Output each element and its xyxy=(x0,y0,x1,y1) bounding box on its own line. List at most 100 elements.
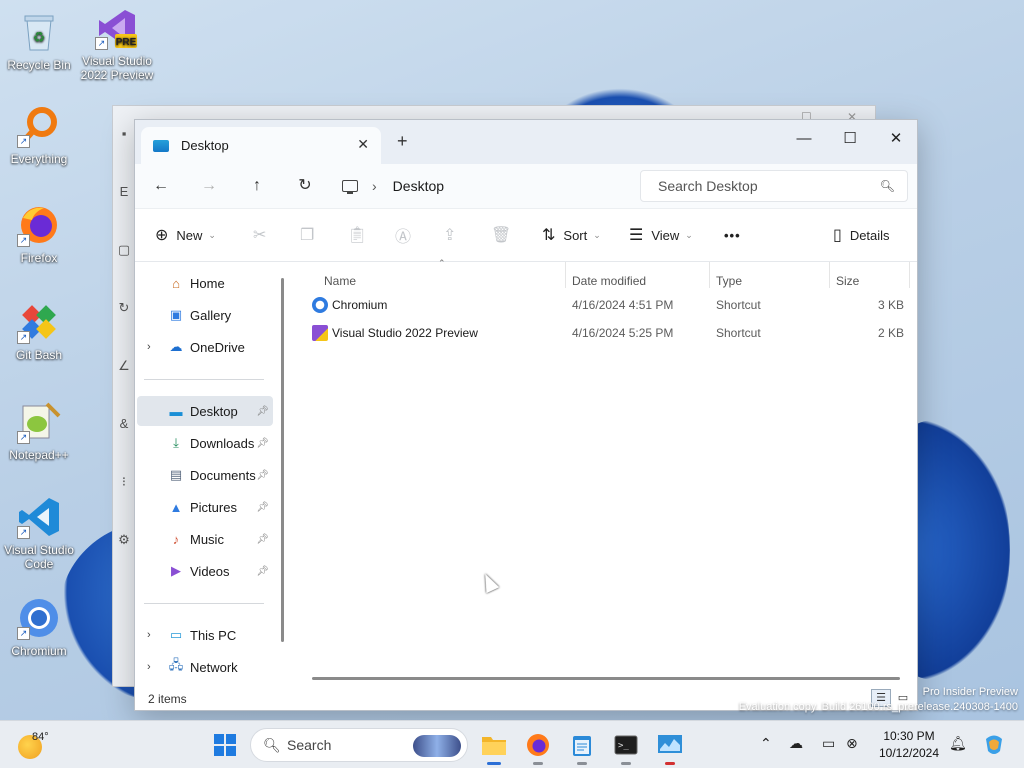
volume-muted-icon[interactable]: ⊗ xyxy=(846,735,858,752)
notepad-plus-plus-icon: ↗ xyxy=(17,400,61,444)
recycle-bin-icon: ♻ xyxy=(17,10,61,54)
maximize-button[interactable]: ☐ xyxy=(827,126,873,152)
chevron-up-icon[interactable]: ⌃ xyxy=(760,735,772,752)
desktop-icon-recycle-bin[interactable]: ♻ Recycle Bin xyxy=(1,10,77,72)
desktop-icon-firefox[interactable]: ↗ Firefox xyxy=(1,203,77,265)
search-icon: 🔍︎ xyxy=(879,179,895,193)
view-button[interactable]: ☰ View ⌄ xyxy=(629,224,693,246)
back-button[interactable]: ← xyxy=(147,174,175,198)
pin-icon[interactable]: 📌︎ xyxy=(256,534,269,545)
search-icon: 🔍︎ xyxy=(263,737,281,753)
this-pc-icon: ▭ xyxy=(169,627,183,642)
chevron-right-icon[interactable]: › xyxy=(147,629,151,641)
shortcut-arrow-icon: ↗ xyxy=(17,234,30,247)
taskbar-firefox[interactable] xyxy=(522,729,554,765)
sidebar-item-downloads[interactable]: ⤓ Downloads 📌︎ xyxy=(137,428,273,458)
sort-icon: ⇅ xyxy=(542,227,556,244)
desktop-icon-vscode[interactable]: ↗ Visual Studio Code xyxy=(1,495,77,571)
desktop-icon-chromium[interactable]: ↗ Chromium xyxy=(1,596,77,658)
column-divider[interactable] xyxy=(909,262,910,288)
sidebar-item-videos[interactable]: ▶ Videos 📌︎ xyxy=(137,556,273,586)
column-header-date[interactable]: Date modified xyxy=(572,274,646,288)
file-list: Name ⌃ Date modified Type Size Chromium … xyxy=(290,258,917,686)
desktop-icon-notepad-plus-plus[interactable]: ↗ Notepad++ xyxy=(1,400,77,462)
more-options-button[interactable]: ••• xyxy=(724,224,741,246)
sidebar-item-pictures[interactable]: ▲ Pictures 📌︎ xyxy=(137,492,273,522)
pin-icon[interactable]: 📌︎ xyxy=(256,470,269,481)
clock-time: 10:30 PM xyxy=(883,729,935,743)
taskbar-task-manager[interactable] xyxy=(654,729,686,765)
tab-desktop[interactable]: Desktop ✕ xyxy=(141,127,381,164)
chevron-right-icon[interactable]: › xyxy=(147,661,151,673)
close-button[interactable]: ✕ xyxy=(873,126,919,152)
running-indicator xyxy=(533,762,543,765)
desktop-icon-git-bash[interactable]: ↗ Git Bash xyxy=(1,300,77,362)
start-button[interactable] xyxy=(209,729,241,761)
taskbar-terminal[interactable]: >_ xyxy=(610,729,642,765)
breadcrumb-current[interactable]: Desktop xyxy=(393,178,444,194)
refresh-button[interactable]: ↻ xyxy=(291,174,319,198)
active-indicator xyxy=(487,762,501,765)
table-row[interactable]: Visual Studio 2022 Preview 4/16/2024 5:2… xyxy=(308,319,912,347)
pin-icon[interactable]: 📌︎ xyxy=(256,566,269,577)
sidebar-item-documents[interactable]: ▤ Documents 📌︎ xyxy=(137,460,273,490)
copilot-button[interactable] xyxy=(978,729,1010,761)
network-disconnected-icon[interactable]: ☁ xyxy=(789,735,803,752)
column-divider[interactable] xyxy=(829,262,830,288)
column-divider[interactable] xyxy=(709,262,710,288)
pictures-icon: ▲ xyxy=(169,499,183,515)
display-icon[interactable]: ▭ xyxy=(822,735,835,752)
notification-bell-icon[interactable]: 🔔︎ xyxy=(949,735,967,752)
sidebar-scrollbar[interactable] xyxy=(281,278,284,642)
column-header-size[interactable]: Size xyxy=(836,274,859,288)
cut-button[interactable]: ✂ xyxy=(253,224,274,246)
horizontal-scrollbar[interactable] xyxy=(312,677,900,680)
desktop-icon-everything[interactable]: ↗ Everything xyxy=(1,104,77,166)
forward-button[interactable]: → xyxy=(195,174,223,198)
sidebar-item-this-pc[interactable]: › ▭ This PC xyxy=(137,620,273,650)
sidebar-item-network[interactable]: › 🖧 Network xyxy=(137,652,273,682)
paste-button[interactable]: 📋︎ xyxy=(347,224,375,246)
desktop-icon-visual-studio-preview[interactable]: PRE ↗ Visual Studio 2022 Preview xyxy=(79,6,155,82)
delete-button[interactable]: 🗑︎ xyxy=(491,224,519,246)
column-header-type[interactable]: Type xyxy=(716,274,742,288)
table-row[interactable]: Chromium 4/16/2024 4:51 PM Shortcut 3 KB xyxy=(308,291,912,319)
taskbar-search[interactable]: 🔍︎ Search xyxy=(250,728,468,762)
minimize-button[interactable]: — xyxy=(781,126,827,152)
sidebar-item-gallery[interactable]: ▣ Gallery xyxy=(137,300,273,330)
pin-icon[interactable]: 📌︎ xyxy=(256,406,269,417)
column-header-name[interactable]: Name xyxy=(324,274,356,288)
sidebar-item-music[interactable]: ♪ Music 📌︎ xyxy=(137,524,273,554)
details-pane-button[interactable]: ▯ Details xyxy=(833,224,890,246)
file-explorer-window[interactable]: Desktop ✕ + — ☐ ✕ ← → ↑ ↻ › Desktop Sear… xyxy=(134,119,918,711)
downloads-icon: ⤓ xyxy=(173,435,179,450)
breadcrumb[interactable]: › Desktop xyxy=(342,164,444,208)
taskbar-file-explorer[interactable] xyxy=(478,729,510,765)
tab-title: Desktop xyxy=(181,138,229,153)
windows-logo-icon xyxy=(214,734,236,756)
up-button[interactable]: ↑ xyxy=(243,174,271,198)
copy-button[interactable]: ❐ xyxy=(300,224,322,246)
sidebar-item-desktop[interactable]: ▬ Desktop 📌︎ xyxy=(137,396,273,426)
breadcrumb-separator[interactable]: › xyxy=(372,178,377,194)
new-tab-button[interactable]: + xyxy=(397,131,408,152)
close-tab-icon[interactable]: ✕ xyxy=(357,136,369,153)
new-button[interactable]: ⊕ New ⌄ xyxy=(155,224,216,246)
share-button[interactable]: ⇪ xyxy=(443,224,464,246)
weather-widget[interactable]: 84° xyxy=(18,729,49,759)
column-divider[interactable] xyxy=(565,262,566,288)
pin-icon[interactable]: 📌︎ xyxy=(256,502,269,513)
system-clock[interactable]: 10:30 PM 10/12/2024 xyxy=(876,728,942,762)
chevron-down-icon: ⌄ xyxy=(593,229,601,240)
search-input[interactable]: Search Desktop 🔍︎ xyxy=(640,170,908,202)
sidebar-item-onedrive[interactable]: › ☁ OneDrive xyxy=(137,332,273,362)
pin-icon[interactable]: 📌︎ xyxy=(256,438,269,449)
folder-icon: ▪ xyxy=(121,126,127,141)
rename-button[interactable]: Ⓐ xyxy=(395,224,419,246)
running-indicator xyxy=(577,762,587,765)
title-bar[interactable]: Desktop ✕ + — ☐ ✕ xyxy=(135,120,917,164)
taskbar-notepad[interactable] xyxy=(566,729,598,765)
sort-button[interactable]: ⇅ Sort ⌄ xyxy=(542,224,601,246)
chevron-right-icon[interactable]: › xyxy=(147,341,151,353)
sidebar-item-home[interactable]: ⌂ Home xyxy=(137,268,273,298)
